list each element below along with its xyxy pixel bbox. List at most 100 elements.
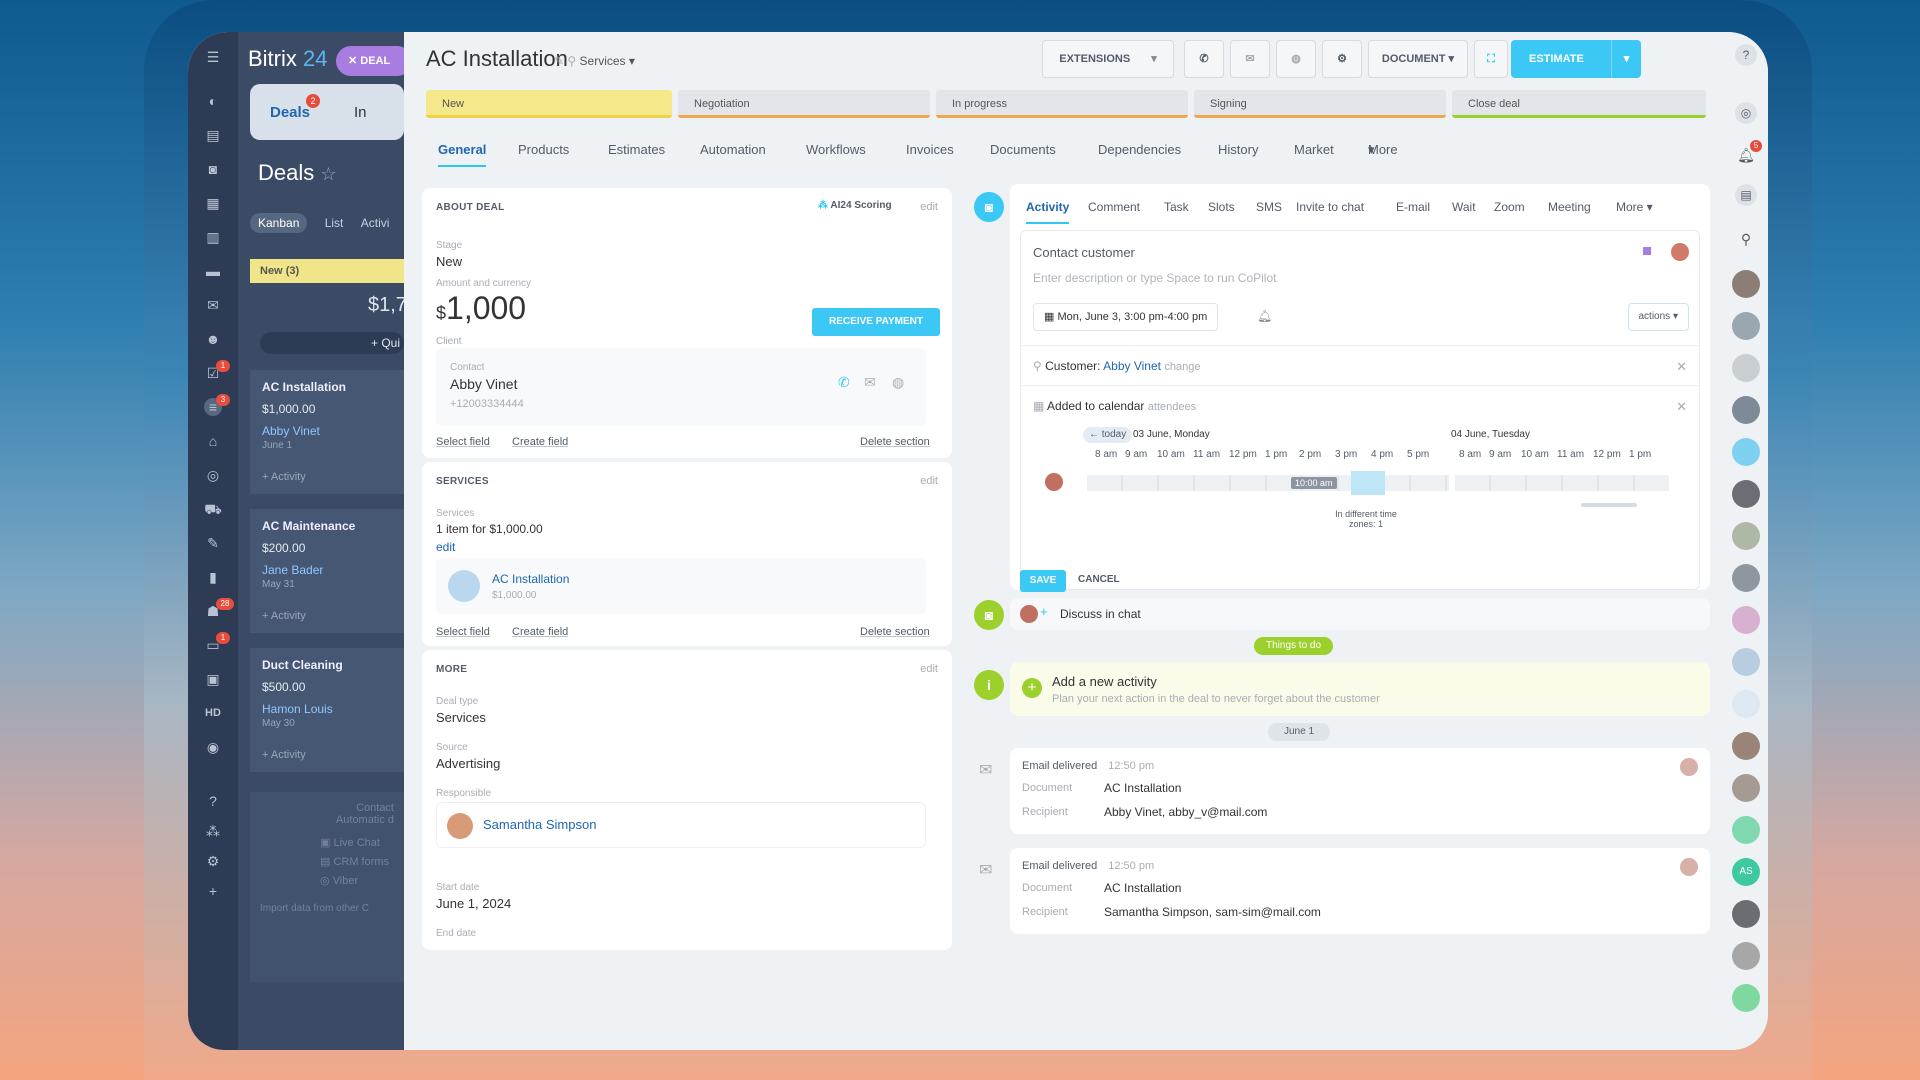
service-item-name[interactable]: AC Installation	[492, 572, 569, 586]
avatar[interactable]	[1732, 816, 1760, 844]
brand-logo[interactable]: Bitrix 24	[248, 46, 328, 72]
services-edit-link[interactable]: edit	[436, 540, 455, 554]
sign-icon[interactable]: ✎	[204, 534, 222, 552]
close-icon[interactable]: ✕	[1676, 399, 1687, 415]
view-kanban[interactable]: Kanban	[250, 213, 308, 233]
avatar-initials[interactable]: AS	[1732, 858, 1760, 886]
phone-icon[interactable]: ✆	[1184, 40, 1224, 78]
avatar[interactable]	[1671, 243, 1689, 261]
chat-icon[interactable]: ◙	[204, 160, 222, 178]
avatar[interactable]	[1732, 438, 1760, 466]
deal-card[interactable]: AC Maintenance $200.00 Jane Bader May 31…	[250, 509, 404, 633]
tab-email[interactable]: E-mail	[1396, 200, 1430, 214]
responsible-name[interactable]: Samantha Simpson	[483, 817, 596, 832]
actions-dropdown[interactable]: actions ▾	[1627, 303, 1689, 331]
tab-dependencies[interactable]: Dependencies	[1098, 142, 1181, 157]
planner-scrollbar[interactable]	[1581, 503, 1637, 507]
receive-payment-button[interactable]: RECEIVE PAYMENT	[812, 308, 940, 336]
tab-comment[interactable]: Comment	[1088, 200, 1140, 214]
menu-icon[interactable]: ☰	[204, 48, 222, 66]
avatar[interactable]	[1732, 900, 1760, 928]
view-list[interactable]: List	[325, 216, 344, 230]
avatar[interactable]	[1732, 522, 1760, 550]
tab-wait[interactable]: Wait	[1452, 200, 1476, 214]
tab-general[interactable]: General	[438, 142, 487, 167]
tab-documents[interactable]: Documents	[990, 142, 1056, 157]
messages-icon[interactable]: ▤	[1735, 184, 1757, 206]
add-icon[interactable]: +	[1040, 604, 1048, 619]
card-person[interactable]: Abby Vinet	[262, 424, 392, 438]
quick-add-button[interactable]: + Qui	[260, 332, 404, 354]
create-field-link[interactable]: Create field	[512, 626, 568, 638]
tab-slots[interactable]: Slots	[1208, 200, 1235, 214]
service-item[interactable]: AC Installation $1,000.00	[436, 558, 926, 614]
selected-slot[interactable]	[1351, 471, 1385, 495]
tab-activity[interactable]: Activity	[1026, 200, 1070, 224]
avatar[interactable]	[1732, 648, 1760, 676]
tab-in[interactable]: In	[354, 104, 367, 121]
select-field-link[interactable]: Select field	[436, 436, 490, 448]
card-person[interactable]: Hamon Louis	[262, 702, 392, 716]
tab-more[interactable]: More ▾	[1368, 142, 1398, 158]
delete-section-link[interactable]: Delete section	[860, 626, 930, 638]
mail-icon[interactable]: ✉	[204, 296, 222, 314]
stage-in-progress[interactable]: In progress	[936, 90, 1188, 118]
feed-icon[interactable]: ◐	[204, 92, 222, 110]
edit-link[interactable]: edit	[920, 201, 938, 213]
card-person[interactable]: Jane Bader	[262, 563, 392, 577]
create-field-link[interactable]: Create field	[512, 436, 568, 448]
datetime-picker[interactable]: ▦ Mon, June 3, 3:00 pm-4:00 pm	[1033, 303, 1219, 331]
close-icon[interactable]: ✕	[1676, 359, 1687, 375]
help-icon[interactable]: ?	[1735, 44, 1757, 66]
bell-icon[interactable]: 🔔︎	[1257, 309, 1272, 323]
cancel-button[interactable]: CANCEL	[1078, 574, 1120, 585]
timeline-track[interactable]	[1455, 475, 1669, 491]
globe-icon[interactable]: ◉	[204, 738, 222, 756]
deal-card[interactable]: AC Installation $1,000.00 Abby Vinet Jun…	[250, 370, 404, 494]
avatar[interactable]	[1732, 480, 1760, 508]
avatar[interactable]	[1732, 312, 1760, 340]
calendar-icon[interactable]: ▦	[204, 194, 222, 212]
timeline-track[interactable]	[1087, 475, 1449, 491]
discuss-row[interactable]: + Discuss in chat	[1010, 598, 1710, 630]
tab-history[interactable]: History	[1218, 142, 1258, 157]
delete-section-link[interactable]: Delete section	[860, 436, 930, 448]
card-add-activity[interactable]: + Activity	[262, 471, 392, 483]
crm-forms-link[interactable]: ▤ CRM forms	[320, 855, 394, 868]
avatar[interactable]	[1732, 606, 1760, 634]
tab-invoices[interactable]: Invoices	[906, 142, 954, 157]
customer-change-link[interactable]: change	[1164, 361, 1200, 373]
import-link[interactable]: Import data from other C	[260, 903, 394, 914]
stage-close-deal[interactable]: Close deal	[1452, 90, 1706, 118]
tab-estimates[interactable]: Estimates	[608, 142, 665, 157]
call-icon[interactable]: ✆	[838, 374, 850, 391]
edit-link[interactable]: edit	[920, 663, 938, 675]
helpdesk-icon[interactable]: HD	[204, 704, 222, 722]
add-icon[interactable]: +	[204, 882, 222, 900]
sitemap-icon[interactable]: ⁂	[204, 822, 222, 840]
customer-name[interactable]: Abby Vinet	[1103, 359, 1161, 373]
copilot-icon[interactable]: ◎	[1735, 102, 1757, 124]
book-icon[interactable]: ▣	[204, 670, 222, 688]
gear-icon[interactable]: ⚙	[1322, 40, 1362, 78]
estimate-button[interactable]: ESTIMATE ▾	[1511, 40, 1641, 78]
email-icon[interactable]: ✉	[864, 374, 876, 391]
new-activity-card[interactable]: + Add a new activity Plan your next acti…	[1010, 662, 1710, 716]
description-input[interactable]: Enter description or type Space to run C…	[1033, 271, 1276, 285]
store-icon[interactable]: ⌂	[204, 432, 222, 450]
chat-icon[interactable]: ◍	[1276, 40, 1316, 78]
view-activity[interactable]: Activi	[361, 216, 390, 230]
card-add-activity[interactable]: + Activity	[262, 610, 392, 622]
docs-icon[interactable]: ▥	[204, 228, 222, 246]
avatar[interactable]	[1732, 942, 1760, 970]
mail-icon[interactable]: ✉	[1230, 40, 1270, 78]
stage-new[interactable]: New	[426, 90, 672, 118]
document-button[interactable]: DOCUMENT ▾	[1368, 40, 1468, 78]
message-icon[interactable]: ◍	[892, 374, 904, 391]
tab-more[interactable]: More ▾	[1616, 200, 1653, 214]
avatar[interactable]	[1732, 984, 1760, 1012]
cart-icon[interactable]: ⛟	[204, 500, 222, 518]
deal-card[interactable]: Duct Cleaning $500.00 Hamon Louis May 30…	[250, 648, 404, 772]
analytics-icon[interactable]: ▮	[204, 568, 222, 586]
target-icon[interactable]: ◎	[204, 466, 222, 484]
